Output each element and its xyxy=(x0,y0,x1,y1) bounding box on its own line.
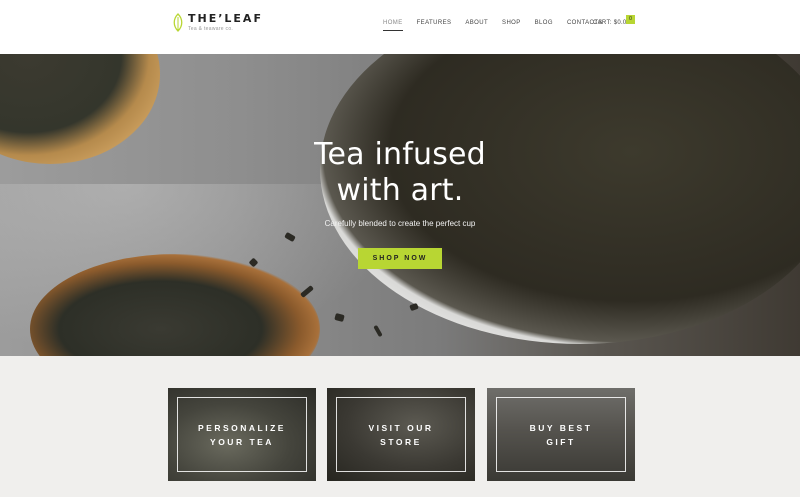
brand-tagline: Tea & teaware co. xyxy=(188,26,234,32)
feature-card-label-line1: PERSONALIZE xyxy=(198,423,286,433)
main-nav: HOME FEATURES ABOUT SHOP BLOG CONTACTS xyxy=(383,20,617,31)
hero-banner: Tea infused with art. Carefully blended … xyxy=(0,54,800,356)
cart-link[interactable]: CART: $0.00 xyxy=(593,20,630,26)
nav-item-features[interactable]: FEATURES xyxy=(417,20,452,26)
feature-card-label-line2: YOUR TEA xyxy=(210,437,274,447)
nav-item-shop[interactable]: SHOP xyxy=(502,20,521,26)
cart-count-badge[interactable]: 0 xyxy=(626,15,635,24)
shop-now-button[interactable]: SHOP NOW xyxy=(358,248,442,269)
site-header: THE’LEAF Tea & teaware co. HOME FEATURES… xyxy=(0,0,800,54)
hero-image-left-bowl xyxy=(0,54,160,164)
feature-card-label: VISIT OUR STORE xyxy=(327,421,475,449)
hero-title-line2: with art. xyxy=(336,173,464,208)
feature-card-buy-gift[interactable]: BUY BEST GIFT xyxy=(487,388,635,481)
hero-title: Tea infused with art. xyxy=(250,137,550,209)
feature-section: PERSONALIZE YOUR TEA VISIT OUR STORE BUY… xyxy=(0,356,800,497)
nav-item-blog[interactable]: BLOG xyxy=(535,20,553,26)
feature-card-label: PERSONALIZE YOUR TEA xyxy=(168,421,316,449)
feature-card-label-line2: STORE xyxy=(380,437,422,447)
feature-card-label-line2: GIFT xyxy=(546,437,576,447)
feature-card-visit-store[interactable]: VISIT OUR STORE xyxy=(327,388,475,481)
brand-logo[interactable]: THE’LEAF Tea & teaware co. xyxy=(172,12,263,33)
feature-card-personalize[interactable]: PERSONALIZE YOUR TEA xyxy=(168,388,316,481)
hero-subtitle: Carefully blended to create the perfect … xyxy=(324,219,476,228)
hero-content: Tea infused with art. Carefully blended … xyxy=(250,137,550,269)
feature-card-label-line1: VISIT OUR xyxy=(368,423,434,433)
hero-title-line1: Tea infused xyxy=(314,137,486,172)
nav-item-home[interactable]: HOME xyxy=(383,20,403,31)
leaf-icon xyxy=(173,13,183,32)
feature-card-label-line1: BUY BEST xyxy=(529,423,593,433)
brand-name: THE’LEAF xyxy=(188,12,263,25)
nav-item-about[interactable]: ABOUT xyxy=(465,20,488,26)
feature-card-label: BUY BEST GIFT xyxy=(487,421,635,449)
